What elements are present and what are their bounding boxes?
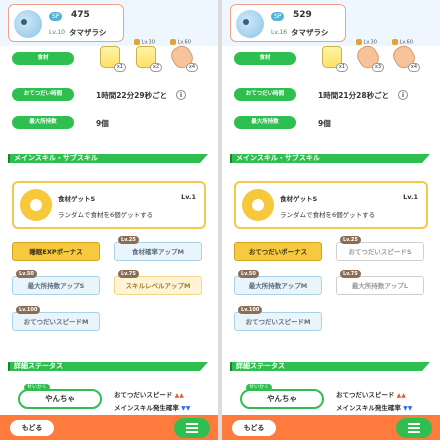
main-skill-card[interactable]: 食材ゲットS Lv.1 ランダムで食材を6個ゲットする [12,181,206,229]
sub-skill-unlock-badge: Lv.75 [118,270,139,278]
sub-skill-3[interactable]: Lv.50 最大所持数アップS [12,270,100,295]
lock-icon [356,39,362,45]
sp-value: 475 [71,10,90,20]
section-title-details: 詳細ステータス [230,362,430,371]
nature-badge: やんちゃ [240,389,324,409]
sub-skill-unlock-badge: Lv.25 [118,236,139,244]
ingredient-count: x4 [185,63,198,72]
info-icon[interactable]: i [398,90,408,100]
menu-icon-line [408,423,420,425]
menu-icon-line [186,423,198,425]
help-time-value: 1時間22分29秒ごと [96,91,168,100]
sub-skill-unlock-badge: Lv.100 [238,306,263,314]
section-title-skills: メインスキル・サブスキル [8,154,208,163]
main-skill-level: Lv.1 [181,193,196,201]
sp-value: 529 [293,10,312,20]
max-carry-label: 最大所持数 [12,116,74,129]
pokemon-detail-panel-right: SP 529 Lv.16 タマザラシ 食材 x1 Lv.30 x3 Lv.60 … [222,0,440,440]
max-carry-value: 9個 [318,119,331,128]
menu-icon-line [186,431,198,433]
pokemon-icon [236,10,264,38]
menu-button[interactable] [174,418,210,438]
pokemon-detail-panel-left: SP 475 Lv.10 タマザラシ 食材 x1 Lv.30 x2 Lv.60 … [0,0,218,440]
apple-icon [20,189,52,221]
max-carry-value: 9個 [96,119,109,128]
menu-icon-line [408,427,420,429]
pokemon-card[interactable]: SP 475 Lv.10 タマザラシ [8,4,124,42]
max-carry-label: 最大所持数 [234,116,296,129]
ingredient-count: x4 [407,63,420,72]
sub-skill-1[interactable]: おてつだいボーナス [234,242,322,261]
sub-skill-unlock-badge: Lv.50 [16,270,37,278]
section-title-details: 詳細ステータス [8,362,208,371]
menu-icon-line [186,427,198,429]
screenshot-stage: SP 475 Lv.10 タマザラシ 食材 x1 Lv.30 x2 Lv.60 … [0,0,440,440]
sub-skill-unlock-badge: Lv.25 [340,236,361,244]
sp-tag: SP [49,12,63,21]
lock-icon [170,39,176,45]
pokemon-card[interactable]: SP 529 Lv.16 タマザラシ [230,4,346,42]
sub-skill-unlock-badge: Lv.50 [238,270,259,278]
footer-bar: もどる [0,415,218,440]
nature-tag: せいかく [246,384,273,391]
sp-tag: SP [271,12,285,21]
sub-skill-4[interactable]: Lv.75 最大所持数アップL [336,270,424,295]
sub-skill-3[interactable]: Lv.50 最大所持数アップM [234,270,322,295]
ingredient-count: x2 [149,63,162,72]
sub-skill-unlock-badge: Lv.100 [16,306,41,314]
ingredient-lock-label: Lv.30 [134,39,155,46]
pokemon-name: タマザラシ [69,28,107,37]
sub-skill-unlock-badge: Lv.75 [340,270,361,278]
level-label: Lv.16 [271,29,287,36]
ingredient-count: x1 [113,63,126,72]
lock-icon [392,39,398,45]
apple-icon [242,189,274,221]
nature-badge: やんちゃ [18,389,102,409]
lock-icon [134,39,140,45]
arrow-up-icon: ▲▲ [174,392,184,399]
help-time-value: 1時間21分28秒ごと [318,91,390,100]
arrow-down-icon: ▼▼ [403,405,413,412]
back-button[interactable]: もどる [232,420,276,436]
sub-skill-5[interactable]: Lv.100 おてつだいスピードM [234,306,322,331]
help-time-label: おてつだい時間 [12,88,74,101]
main-skill-name: 食材ゲットS [280,195,318,203]
ingredient-count: x1 [335,63,348,72]
pokemon-name: タマザラシ [291,28,329,37]
menu-button[interactable] [396,418,432,438]
ingredient-count: x3 [371,63,384,72]
footer-bar: もどる [222,415,440,440]
sub-skill-2[interactable]: Lv.25 食材確率アップM [114,236,202,261]
level-label: Lv.10 [49,29,65,36]
help-time-label: おてつだい時間 [234,88,296,101]
info-icon[interactable]: i [176,90,186,100]
menu-icon-line [408,431,420,433]
sub-skill-2[interactable]: Lv.25 おてつだいスピードS [336,236,424,261]
back-button[interactable]: もどる [10,420,54,436]
ingredient-label: 食材 [12,52,74,65]
nature-tag: せいかく [24,384,51,391]
sub-skill-1[interactable]: 睡眠EXPボーナス [12,242,100,261]
main-skill-description: ランダムで食材を6個ゲットする [280,211,376,219]
stat-up-line: おてつだいスピード ▲▲ [336,391,406,399]
stat-up-line: おてつだいスピード ▲▲ [114,391,184,399]
arrow-up-icon: ▲▲ [396,392,406,399]
main-skill-description: ランダムで食材を6個ゲットする [58,211,154,219]
sub-skill-4[interactable]: Lv.75 スキルレベルアップM [114,270,202,295]
main-skill-card[interactable]: 食材ゲットS Lv.1 ランダムで食材を6個ゲットする [234,181,428,229]
pokemon-icon [14,10,42,38]
main-skill-name: 食材ゲットS [58,195,96,203]
main-skill-level: Lv.1 [403,193,418,201]
section-title-skills: メインスキル・サブスキル [230,154,430,163]
arrow-down-icon: ▼▼ [181,405,191,412]
sub-skill-5[interactable]: Lv.100 おてつだいスピードM [12,306,100,331]
ingredient-label: 食材 [234,52,296,65]
stat-down-line: メインスキル発生確率 ▼▼ [336,404,413,412]
stat-down-line: メインスキル発生確率 ▼▼ [114,404,191,412]
